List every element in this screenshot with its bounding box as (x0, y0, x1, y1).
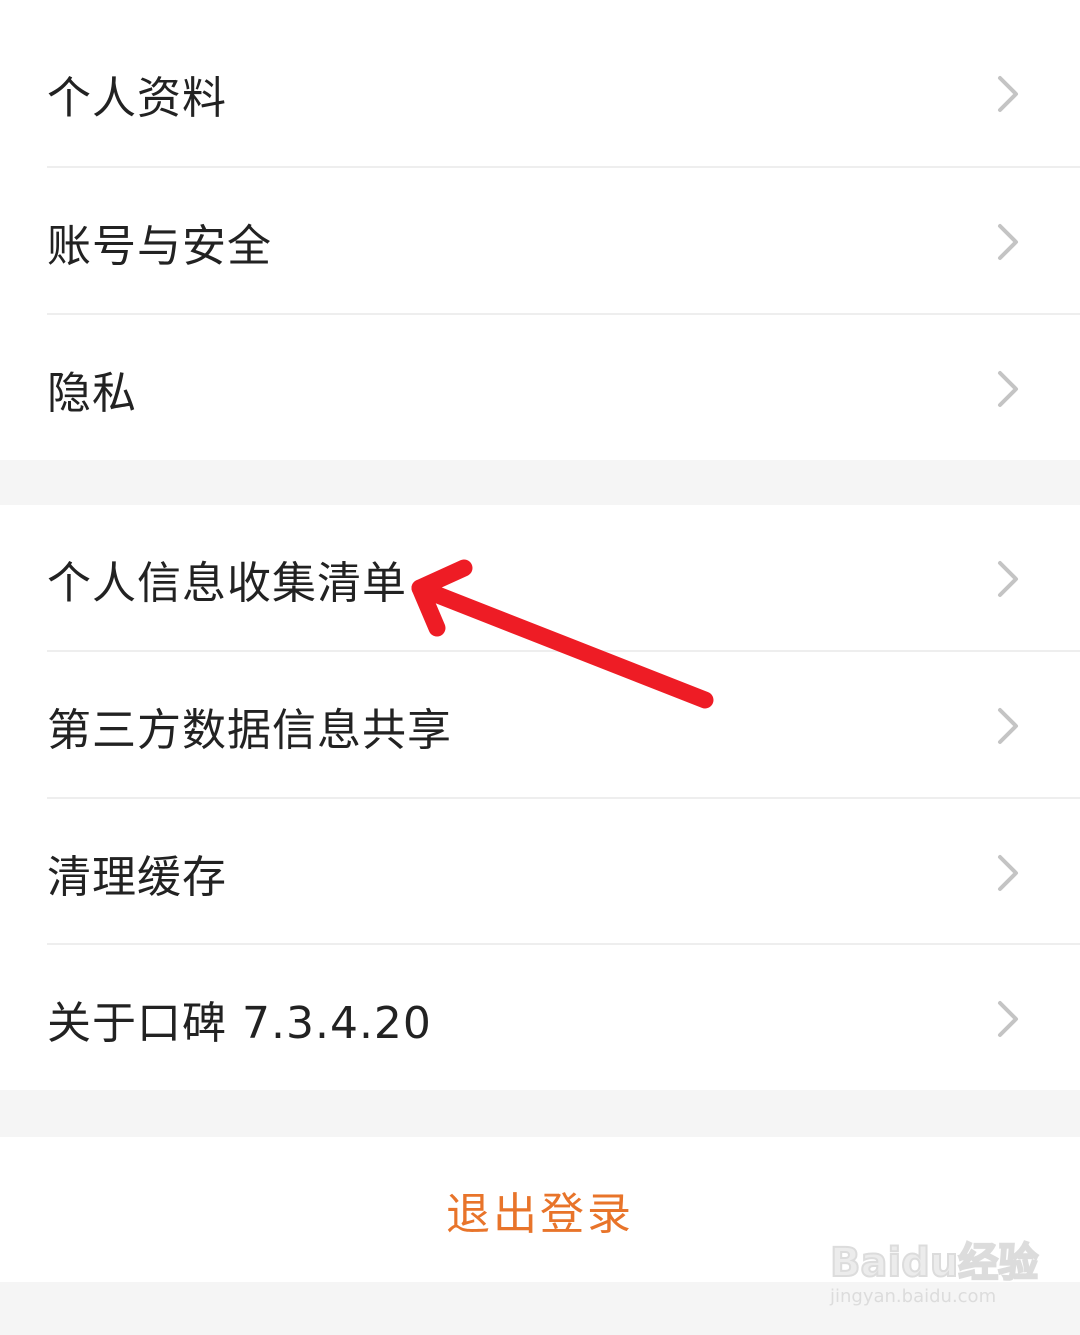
about-row[interactable]: 关于口碑 7.3.4.20 (0, 945, 1080, 1092)
chevron-right-icon (998, 1000, 1018, 1037)
personal-info-list-label: 个人信息收集清单 (47, 557, 407, 609)
third-party-sharing-row[interactable]: 第三方数据信息共享 (0, 652, 1080, 799)
account-security-label: 账号与安全 (47, 220, 272, 272)
watermark-url: jingyan.baidu.com (830, 1286, 997, 1307)
logout-section: 退出登录 (0, 1137, 1080, 1282)
chevron-right-icon (998, 75, 1018, 112)
privacy-row[interactable]: 隐私 (0, 315, 1080, 462)
about-label: 关于口碑 7.3.4.20 (47, 997, 432, 1049)
privacy-label: 隐私 (47, 367, 137, 419)
chevron-right-icon (998, 854, 1018, 891)
chevron-right-icon (998, 370, 1018, 407)
account-security-row[interactable]: 账号与安全 (0, 168, 1080, 315)
clear-cache-label: 清理缓存 (47, 851, 227, 903)
profile-label: 个人资料 (47, 72, 227, 124)
logout-button[interactable]: 退出登录 (0, 1137, 1080, 1282)
settings-group-1: 个人资料 账号与安全 隐私 (0, 0, 1080, 460)
third-party-sharing-label: 第三方数据信息共享 (47, 704, 452, 756)
chevron-right-icon (998, 223, 1018, 260)
logout-label: 退出登录 (446, 1188, 634, 1240)
chevron-right-icon (998, 560, 1018, 597)
settings-group-2: 个人信息收集清单 第三方数据信息共享 清理缓存 关于口碑 7.3.4.20 (0, 505, 1080, 1090)
personal-info-list-row[interactable]: 个人信息收集清单 (0, 505, 1080, 652)
clear-cache-row[interactable]: 清理缓存 (0, 799, 1080, 946)
chevron-right-icon (998, 707, 1018, 744)
profile-row[interactable]: 个人资料 (0, 20, 1080, 167)
